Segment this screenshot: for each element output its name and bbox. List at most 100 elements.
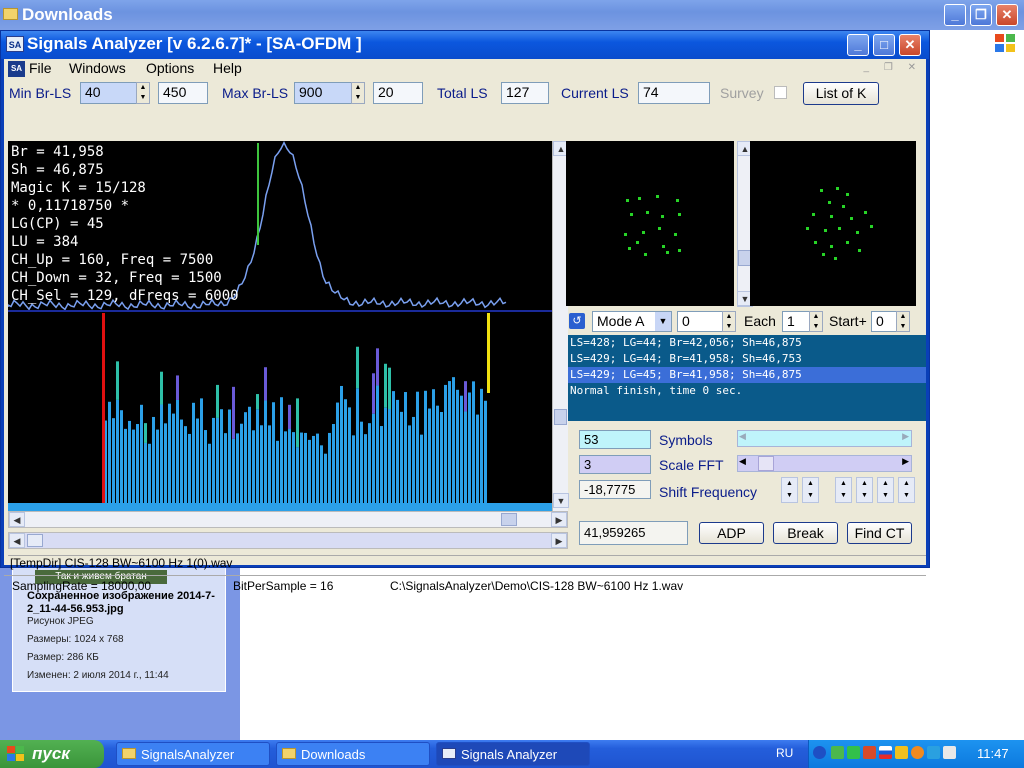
shift-spinner[interactable]: ▲ ▼	[856, 477, 873, 503]
tray-app-icon[interactable]	[927, 746, 940, 759]
break-button[interactable]: Break	[773, 522, 838, 544]
tray-app-icon[interactable]	[911, 746, 924, 759]
mode-number-spinner[interactable]: ▲ ▼	[722, 311, 736, 332]
spectrum-bar	[412, 416, 415, 515]
spectrum-bar	[452, 377, 455, 515]
mdi-child-icon[interactable]: SA	[8, 61, 25, 77]
display-position-scrollbar[interactable]: ◀ ▶	[8, 532, 568, 549]
menu-file[interactable]: File	[29, 60, 52, 76]
scale-fft-slider[interactable]: ◀ ▶	[737, 455, 912, 472]
network-icon[interactable]	[943, 746, 956, 759]
refresh-icon[interactable]: ↺	[569, 313, 585, 329]
scale-fft-field[interactable]: 3	[579, 455, 651, 474]
info-line: LU = 384	[11, 234, 79, 250]
constellation-point	[626, 199, 629, 202]
scroll-right-arrow[interactable]: ▶	[551, 533, 567, 548]
mdi-window-buttons[interactable]: _ ❐ ✕	[864, 62, 922, 73]
tray-app-icon[interactable]	[847, 746, 860, 759]
find-ct-button[interactable]: Find CT	[847, 522, 912, 544]
max-brls-spinner[interactable]: ▲ ▼	[351, 82, 365, 104]
app-maximize-button[interactable]: □	[873, 34, 895, 56]
language-indicator[interactable]: RU	[776, 746, 793, 760]
spectrum-bar	[468, 392, 471, 515]
constellation-point	[858, 249, 861, 252]
task-signals-analyzer[interactable]: Signals Analyzer	[436, 742, 590, 766]
app-minimize-button[interactable]: _	[847, 34, 869, 56]
explorer-title-bar[interactable]: Downloads	[0, 0, 1024, 30]
app-title-bar[interactable]: SA Signals Analyzer [v 6.2.6.7]* - [SA-O…	[1, 31, 929, 59]
slider-right-arrow[interactable]: ▶	[902, 456, 909, 467]
slider-left-arrow[interactable]: ◀	[739, 456, 746, 467]
shift-spinner[interactable]: ▲ ▼	[877, 477, 894, 503]
shift-spinner[interactable]: ▲ ▼	[835, 477, 852, 503]
start-label: пуск	[32, 744, 70, 763]
tray-app-icon[interactable]	[831, 746, 844, 759]
shift-spinner[interactable]: ▲ ▼	[781, 477, 798, 503]
spectrum-bar	[336, 402, 339, 515]
scroll-left-arrow[interactable]: ◀	[9, 533, 25, 548]
max-brls-input[interactable]: 900	[294, 82, 352, 104]
max-brls-aux-field[interactable]: 20	[373, 82, 423, 104]
app-icon	[442, 748, 456, 759]
log-line-selected[interactable]: LS=429; LG=45; Br=41,958; Sh=46,875	[568, 367, 926, 383]
spectrum-bar	[376, 385, 379, 515]
tray-expand-icon[interactable]	[813, 746, 826, 759]
shift-spinner[interactable]: ▲ ▼	[898, 477, 915, 503]
slider-right-arrow[interactable]: ▶	[902, 431, 909, 442]
maximize-button[interactable]: ❐	[970, 4, 992, 26]
start-spinner[interactable]: ▲ ▼	[896, 311, 910, 332]
info-line: * 0,11718750 *	[11, 198, 130, 214]
app-close-button[interactable]: ✕	[899, 34, 921, 56]
tray-app-icon[interactable]	[863, 746, 876, 759]
task-signalsanalyzer-folder[interactable]: SignalsAnalyzer	[116, 742, 270, 766]
menu-windows[interactable]: Windows	[69, 60, 126, 76]
log-line[interactable]: LS=428; LG=44; Br=42,056; Sh=46,875	[568, 335, 926, 351]
min-brls-spinner[interactable]: ▲ ▼	[136, 82, 150, 104]
scroll-thumb[interactable]	[501, 513, 517, 526]
start-button[interactable]: пуск	[0, 740, 104, 768]
min-brls-input[interactable]: 40	[80, 82, 138, 104]
scroll-right-arrow[interactable]: ▶	[551, 512, 567, 527]
mode-select[interactable]: Mode A ▼	[592, 311, 672, 332]
symbols-slider[interactable]: ◀ ▶	[737, 430, 912, 447]
constellation-point	[642, 231, 645, 234]
each-label: Each	[744, 313, 776, 329]
results-log[interactable]: LS=428; LG=44; Br=42,056; Sh=46,875 LS=4…	[568, 335, 926, 421]
shift-frequency-field[interactable]: -18,7775	[579, 480, 651, 499]
constellation-point	[644, 253, 647, 256]
minimize-button[interactable]: _	[944, 4, 966, 26]
log-line[interactable]: Normal finish, time 0 sec.	[568, 383, 926, 399]
mode-number-field[interactable]: 0	[677, 311, 723, 332]
menu-options[interactable]: Options	[146, 60, 194, 76]
menu-help[interactable]: Help	[213, 60, 242, 76]
russian-flag-icon[interactable]	[879, 746, 892, 759]
scroll-left-arrow[interactable]: ◀	[9, 512, 25, 527]
spectrum-bar	[220, 409, 223, 515]
adp-button[interactable]: ADP	[699, 522, 764, 544]
log-line[interactable]: LS=429; LG=44; Br=41,958; Sh=46,753	[568, 351, 926, 367]
each-spinner[interactable]: ▲ ▼	[809, 311, 823, 332]
scroll-thumb[interactable]	[27, 534, 43, 547]
signal-display[interactable]: Br = 41,958 Sh = 46,875 Magic K = 15/128 * …	[8, 141, 552, 515]
task-downloads[interactable]: Downloads	[276, 742, 430, 766]
slider-thumb[interactable]	[758, 456, 774, 471]
scroll-thumb[interactable]	[554, 409, 567, 425]
start-field[interactable]: 0	[871, 311, 897, 332]
chevron-down-icon[interactable]: ▼	[655, 312, 671, 331]
min-brls-aux-field[interactable]: 450	[158, 82, 208, 104]
scroll-down-arrow[interactable]: ▼	[553, 493, 569, 508]
constellation-point	[806, 227, 809, 230]
display-horizontal-scrollbar[interactable]: ◀ ▶	[8, 511, 568, 528]
survey-checkbox[interactable]	[774, 86, 787, 99]
each-field[interactable]: 1	[782, 311, 810, 332]
tray-app-icon[interactable]	[895, 746, 908, 759]
close-button[interactable]: ✕	[996, 4, 1018, 26]
spectrum-bar	[436, 405, 439, 515]
info-line: LG(CP) = 45	[11, 216, 104, 232]
shift-spinner[interactable]: ▲ ▼	[802, 477, 819, 503]
symbols-field[interactable]: 53	[579, 430, 651, 449]
spectrum-bar	[156, 429, 159, 515]
list-of-k-button[interactable]: List of K	[803, 82, 879, 105]
slider-left-arrow[interactable]: ◀	[739, 431, 746, 442]
constellation-point	[630, 213, 633, 216]
